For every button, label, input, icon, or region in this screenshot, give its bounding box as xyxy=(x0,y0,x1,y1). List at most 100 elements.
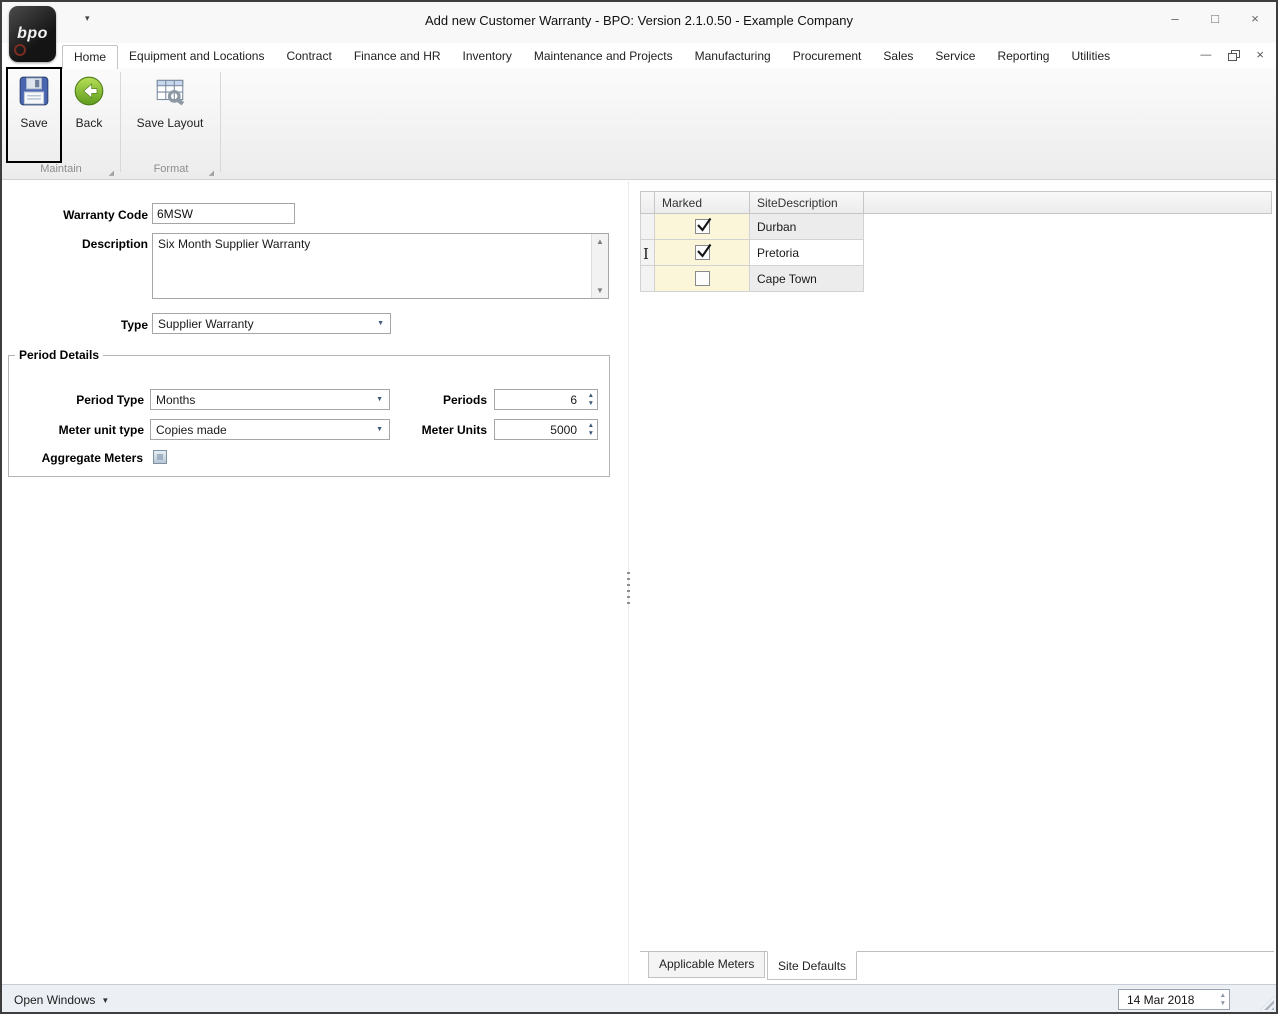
site-cell[interactable]: Pretoria xyxy=(750,240,864,266)
row-indicator-header xyxy=(640,191,655,214)
type-dropdown[interactable]: Supplier Warranty ▼ xyxy=(152,313,391,334)
title-bar: bpo ▾ Add new Customer Warranty - BPO: V… xyxy=(0,0,1278,62)
checkmark-icon xyxy=(696,217,711,232)
mdi-window-controls: — × xyxy=(1200,48,1264,61)
tab-procurement[interactable]: Procurement xyxy=(782,45,873,68)
window-title: Add new Customer Warranty - BPO: Version… xyxy=(425,13,853,28)
tab-applicable-meters[interactable]: Applicable Meters xyxy=(648,952,766,978)
group-label-maintain: Maintain xyxy=(40,163,82,175)
description-value: Six Month Supplier Warranty xyxy=(158,237,311,251)
row-indicator-cell xyxy=(640,214,655,240)
tab-service[interactable]: Service xyxy=(924,45,986,68)
period-type-value: Months xyxy=(156,393,196,407)
back-button[interactable]: Back xyxy=(64,74,114,130)
save-layout-button[interactable]: Save Layout xyxy=(128,74,212,130)
site-cell[interactable]: Durban xyxy=(750,214,864,240)
spin-up-icon[interactable]: ▲ xyxy=(588,422,594,429)
meter-units-value: 5000 xyxy=(550,423,577,437)
spin-down-icon[interactable]: ▼ xyxy=(588,430,594,437)
meter-units-label: Meter Units xyxy=(421,423,487,437)
row-checkbox[interactable] xyxy=(694,271,710,286)
ribbon-toolbar: Save Back Save Layout Maintain ◢ Format … xyxy=(0,68,1278,180)
open-windows-button[interactable]: Open Windows ▼ xyxy=(14,993,109,1007)
open-windows-label: Open Windows xyxy=(14,993,96,1007)
date-field[interactable]: 14 Mar 2018 ▲ ▼ xyxy=(1118,989,1230,1010)
spin-up-icon[interactable]: ▲ xyxy=(1220,992,1226,999)
warranty-code-input[interactable] xyxy=(152,203,295,224)
mdi-minimize-icon[interactable]: — xyxy=(1200,50,1211,61)
save-button-label: Save xyxy=(20,116,48,130)
column-header-marked[interactable]: Marked xyxy=(655,191,750,214)
chevron-down-icon[interactable]: ▼ xyxy=(377,320,384,327)
meter-unit-type-dropdown[interactable]: Copies made ▼ xyxy=(150,419,390,440)
ribbon-tab-strip: Home Equipment and Locations Contract Fi… xyxy=(62,45,1121,69)
group-separator xyxy=(220,72,221,172)
back-button-label: Back xyxy=(75,116,103,130)
floppy-disk-icon xyxy=(19,76,49,106)
status-bar: Open Windows ▼ 14 Mar 2018 ▲ ▼ xyxy=(0,984,1278,1014)
back-arrow-icon xyxy=(74,76,104,106)
meter-unit-type-label: Meter unit type xyxy=(58,423,144,437)
maximize-button[interactable]: □ xyxy=(1204,11,1226,27)
tab-maintenance-and-projects[interactable]: Maintenance and Projects xyxy=(523,45,684,68)
quick-access-caret-icon[interactable]: ▾ xyxy=(85,13,90,24)
mdi-close-icon[interactable]: × xyxy=(1256,48,1264,61)
spin-down-icon[interactable]: ▼ xyxy=(1220,1000,1226,1007)
row-indicator-cell xyxy=(640,266,655,292)
ribbon-group-maintain: Maintain ◢ xyxy=(4,160,118,178)
marked-cell[interactable] xyxy=(655,266,750,292)
tab-manufacturing[interactable]: Manufacturing xyxy=(684,45,782,68)
meter-unit-type-value: Copies made xyxy=(156,423,227,437)
periods-label: Periods xyxy=(442,393,487,407)
chevron-down-icon[interactable]: ▼ xyxy=(376,396,383,403)
group-label-format: Format xyxy=(153,163,189,175)
date-value: 14 Mar 2018 xyxy=(1127,993,1195,1007)
chevron-down-icon: ▼ xyxy=(101,995,110,1005)
warranty-code-label: Warranty Code xyxy=(63,208,148,222)
splitter-grip[interactable] xyxy=(627,572,630,608)
app-window: bpo ▾ Add new Customer Warranty - BPO: V… xyxy=(0,0,1278,1014)
type-value: Supplier Warranty xyxy=(158,317,254,331)
description-label: Description xyxy=(81,237,148,251)
column-header-filler xyxy=(864,191,1272,214)
save-layout-button-label: Save Layout xyxy=(136,116,204,130)
resize-grip[interactable] xyxy=(1260,996,1274,1010)
tab-utilities[interactable]: Utilities xyxy=(1060,45,1121,68)
tab-sales[interactable]: Sales xyxy=(872,45,924,68)
tab-reporting[interactable]: Reporting xyxy=(986,45,1060,68)
scroll-up-icon[interactable]: ▲ xyxy=(592,237,608,246)
close-button[interactable]: × xyxy=(1244,11,1266,27)
row-checkbox[interactable] xyxy=(694,243,711,260)
tab-finance-and-hr[interactable]: Finance and HR xyxy=(343,45,452,68)
minimize-button[interactable]: – xyxy=(1164,11,1186,27)
tab-contract[interactable]: Contract xyxy=(275,45,342,68)
scroll-down-icon[interactable]: ▼ xyxy=(592,286,608,295)
column-header-sitedescription[interactable]: SiteDescription xyxy=(750,191,864,214)
description-scrollbar[interactable]: ▲ ▼ xyxy=(591,234,608,298)
app-logo-button[interactable]: bpo xyxy=(9,6,56,62)
period-type-label: Period Type xyxy=(76,393,144,407)
grid-tab-strip: Applicable Meters Site Defaults xyxy=(640,951,1274,984)
site-defaults-grid: Marked SiteDescription Durban Pretoria C… xyxy=(640,181,1274,984)
checkmark-icon xyxy=(696,243,711,258)
type-label: Type xyxy=(120,318,148,332)
row-checkbox[interactable] xyxy=(694,217,711,234)
tab-inventory[interactable]: Inventory xyxy=(452,45,523,68)
mdi-restore-icon[interactable] xyxy=(1228,50,1241,61)
site-cell[interactable]: Cape Town xyxy=(750,266,864,292)
aggregate-meters-checkbox[interactable] xyxy=(153,450,167,464)
periods-stepper[interactable]: 6 ▲ ▼ xyxy=(494,389,598,410)
tab-site-defaults[interactable]: Site Defaults xyxy=(767,951,858,980)
marked-cell[interactable] xyxy=(655,240,750,266)
period-type-dropdown[interactable]: Months ▼ xyxy=(150,389,390,410)
tab-equipment-and-locations[interactable]: Equipment and Locations xyxy=(118,45,275,68)
meter-units-stepper[interactable]: 5000 ▲ ▼ xyxy=(494,419,598,440)
save-button[interactable]: Save xyxy=(10,74,58,130)
chevron-down-icon[interactable]: ▼ xyxy=(376,426,383,433)
group-separator xyxy=(120,72,121,172)
spin-down-icon[interactable]: ▼ xyxy=(588,400,594,407)
description-input[interactable]: Six Month Supplier Warranty ▲ ▼ xyxy=(152,233,609,299)
spin-up-icon[interactable]: ▲ xyxy=(588,392,594,399)
tab-home[interactable]: Home xyxy=(62,45,119,69)
marked-cell[interactable] xyxy=(655,214,750,240)
